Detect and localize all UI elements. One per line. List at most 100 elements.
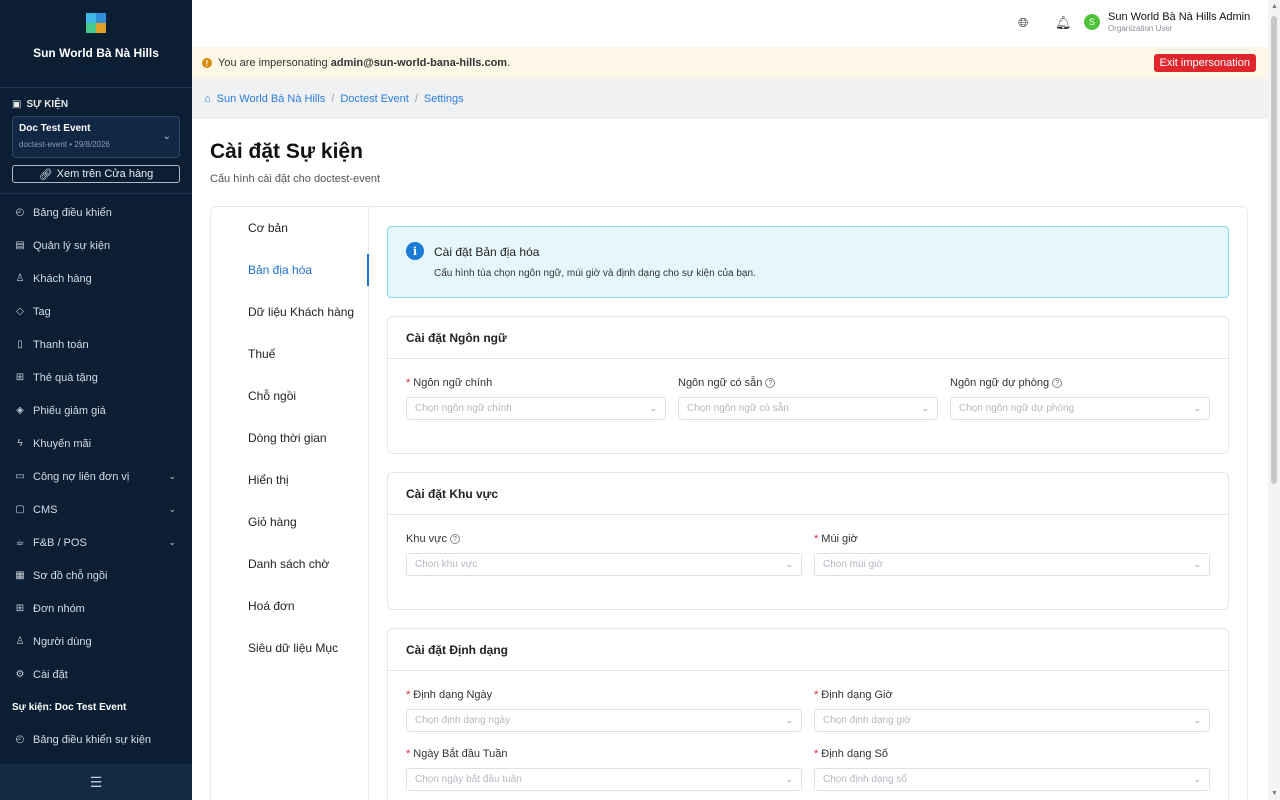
timezone-field: * Múi giờ Chọn múi giờ ⌄: [814, 533, 1210, 576]
available-languages-field: Ngôn ngữ có sẵn? Chọn ngôn ngữ có sẵn ⌄: [678, 377, 938, 420]
brand-logo-icon: [83, 10, 109, 36]
info-title: Cài đặt Bản địa hóa: [434, 245, 540, 259]
sidebar-item-tag[interactable]: ◇ Tag: [0, 295, 192, 328]
help-icon[interactable]: ?: [765, 378, 776, 388]
settings-card: Cơ bản Bản địa hóa Dữ liệu Khách hàng Th…: [210, 206, 1248, 800]
language-settings-panel: Cài đặt Ngôn ngữ * Ngôn ngữ chính Chọn ng…: [387, 316, 1229, 454]
help-icon[interactable]: ?: [1052, 378, 1063, 388]
chevron-down-icon: ⌄: [1193, 403, 1201, 413]
tab-timeline[interactable]: Dòng thời gian: [211, 417, 368, 459]
region-select[interactable]: Chọn khu vực ⌄: [406, 553, 802, 576]
sidebar-item-users[interactable]: ♙ Người dùng: [0, 625, 192, 658]
users-icon: ♙: [15, 273, 25, 284]
tab-customer-data[interactable]: Dữ liệu Khách hàng: [211, 291, 368, 333]
time-format-select[interactable]: Chọn định dạng giờ ⌄: [814, 709, 1210, 732]
panel-title: Cài đặt Định dạng: [388, 629, 1228, 671]
user-menu[interactable]: S Sun World Bà Nà Hills Admin Organizati…: [1084, 11, 1250, 33]
chevron-down-icon: ⌄: [168, 537, 176, 547]
user-icon: ♙: [15, 636, 25, 647]
sidebar-item-vouchers[interactable]: ◈ Phiếu giảm giá: [0, 394, 192, 427]
sidebar-item-seat-map[interactable]: ▦ Sơ đồ chỗ ngồi: [0, 559, 192, 592]
tab-localization[interactable]: Bản địa hóa: [211, 249, 369, 291]
page-subtitle: Cấu hình cài đặt cho doctest-event: [210, 173, 380, 185]
globe-icon[interactable]: 🌐︎: [1018, 15, 1028, 31]
info-icon: i: [406, 242, 424, 260]
event-section-title: Sự kiện: Doc Test Event: [12, 701, 127, 713]
week-start-select[interactable]: Chọn ngày bắt đầu tuần ⌄: [406, 768, 802, 791]
chevron-down-icon: ⌄: [785, 559, 793, 569]
tab-basic[interactable]: Cơ bản: [211, 207, 368, 249]
sidebar-item-fnb-pos[interactable]: ☕︎ F&B / POS ⌄: [0, 526, 192, 559]
exit-impersonation-button[interactable]: Exit impersonation: [1153, 54, 1256, 72]
date-format-select[interactable]: Chọn định dạng ngày ⌄: [406, 709, 802, 732]
top-header: 🌐︎ 🔔︎ S Sun World Bà Nà Hills Admin Orga…: [192, 0, 1268, 47]
breadcrumb-settings[interactable]: Settings: [424, 93, 464, 105]
required-mark: *: [406, 689, 411, 701]
seat-map-icon: ▦: [15, 570, 25, 581]
warning-icon: !: [202, 58, 212, 68]
sidebar-item-event-dashboard[interactable]: ◴ Bảng điều khiển sự kiện: [0, 723, 192, 756]
required-mark: *: [406, 377, 411, 389]
brand-name: Sun World Bà Nà Hills: [33, 46, 159, 60]
sidebar-divider: [0, 193, 192, 194]
breadcrumb-event[interactable]: Doctest Event: [340, 93, 408, 105]
chevron-down-icon: ⌄: [785, 774, 793, 784]
panel-title: Cài đặt Ngôn ngữ: [388, 317, 1228, 359]
sidebar-item-dashboard[interactable]: ◴ Bảng điều khiển: [0, 196, 192, 229]
gauge-icon: ◴: [15, 207, 25, 218]
tab-waitlist[interactable]: Danh sách chờ: [211, 543, 368, 585]
sidebar-item-events[interactable]: ▤ Quản lý sự kiện: [0, 229, 192, 262]
fallback-language-field: Ngôn ngữ dự phòng? Chọn ngôn ngữ dự phòn…: [950, 377, 1210, 420]
week-start-field: * Ngày Bắt đầu Tuần Chọn ngày bắt đầu tuầ…: [406, 748, 802, 791]
tab-seating[interactable]: Chỗ ngồi: [211, 375, 368, 417]
bell-icon[interactable]: 🔔︎: [1055, 15, 1072, 31]
tab-tax[interactable]: Thuế: [211, 333, 368, 375]
wallet-icon: ▭: [15, 471, 25, 482]
region-field: Khu vực? Chọn khu vực ⌄: [406, 533, 802, 576]
available-languages-select[interactable]: Chọn ngôn ngữ có sẵn ⌄: [678, 397, 938, 420]
fallback-language-select[interactable]: Chọn ngôn ngữ dự phòng ⌄: [950, 397, 1210, 420]
home-icon: ⌂: [204, 93, 211, 105]
sidebar-nav: ◴ Bảng điều khiển ▤ Quản lý sự kiện ♙ Khách…: [0, 196, 192, 691]
impersonated-email: admin@sun-world-bana-hills.com: [330, 57, 508, 69]
sidebar-item-group-orders[interactable]: ⊞ Đơn nhóm: [0, 592, 192, 625]
help-icon[interactable]: ?: [450, 534, 460, 544]
chevron-down-icon: ⌄: [649, 403, 657, 413]
collapse-sidebar-button[interactable]: ☰: [0, 764, 192, 800]
sidebar-item-payments[interactable]: ▯ Thanh toán: [0, 328, 192, 361]
sidebar-item-gift-cards[interactable]: ⊞ Thẻ quà tặng: [0, 361, 192, 394]
primary-language-field: * Ngôn ngữ chính Chọn ngôn ngữ chính ⌄: [406, 377, 666, 420]
chevron-down-icon: ⌄: [785, 715, 793, 725]
user-role: Organization User: [1108, 24, 1173, 33]
tab-item-metadata[interactable]: Siêu dữ liệu Mục: [211, 627, 368, 669]
sidebar-item-cms[interactable]: ▢ CMS ⌄: [0, 493, 192, 526]
number-format-select[interactable]: Chọn định dạng số ⌄: [814, 768, 1210, 791]
tab-cart[interactable]: Giỏ hàng: [211, 501, 368, 543]
menu-collapse-icon: ☰: [89, 773, 103, 790]
tab-display[interactable]: Hiển thị: [211, 459, 368, 501]
tab-invoice[interactable]: Hoá đơn: [211, 585, 368, 627]
main-content: Cài đặt Sự kiện Cấu hình cài đặt cho doc…: [192, 119, 1268, 800]
sidebar-item-intercompany[interactable]: ▭ Công nợ liên đơn vị ⌄: [0, 460, 192, 493]
gauge-icon: ◴: [15, 734, 25, 745]
sidebar-item-promotions[interactable]: ϟ Khuyến mãi: [0, 427, 192, 460]
coffee-icon: ☕︎: [15, 537, 25, 548]
grid-icon: ⊞: [15, 603, 25, 614]
sidebar-item-customers[interactable]: ♙ Khách hàng: [0, 262, 192, 295]
timezone-select[interactable]: Chọn múi giờ ⌄: [814, 553, 1210, 576]
event-selector[interactable]: Doc Test Event doctest-event • 29/8/2026…: [12, 116, 180, 158]
scroll-down-icon[interactable]: ▼: [1271, 790, 1278, 797]
sidebar-item-settings[interactable]: ⚙︎ Cài đặt: [0, 658, 192, 691]
view-in-store-button[interactable]: 🔗︎ Xem trên Cửa hàng: [12, 165, 180, 183]
format-settings-panel: Cài đặt Định dạng * Định dạng Ngày Chọn đ…: [387, 628, 1229, 800]
page-scrollbar[interactable]: ▲ ▼: [1268, 0, 1280, 800]
breadcrumb-org[interactable]: Sun World Bà Nà Hills: [217, 93, 326, 105]
impersonation-banner: ! You are impersonating admin@sun-world-…: [192, 47, 1268, 79]
document-icon: ▢: [15, 504, 25, 515]
gear-icon: ⚙︎: [15, 669, 25, 680]
chevron-down-icon: ⌄: [921, 403, 929, 413]
settings-tabs: Cơ bản Bản địa hóa Dữ liệu Khách hàng Th…: [211, 207, 369, 800]
scrollbar-thumb[interactable]: [1271, 16, 1277, 484]
scroll-up-icon[interactable]: ▲: [1271, 3, 1278, 10]
primary-language-select[interactable]: Chọn ngôn ngữ chính ⌄: [406, 397, 666, 420]
